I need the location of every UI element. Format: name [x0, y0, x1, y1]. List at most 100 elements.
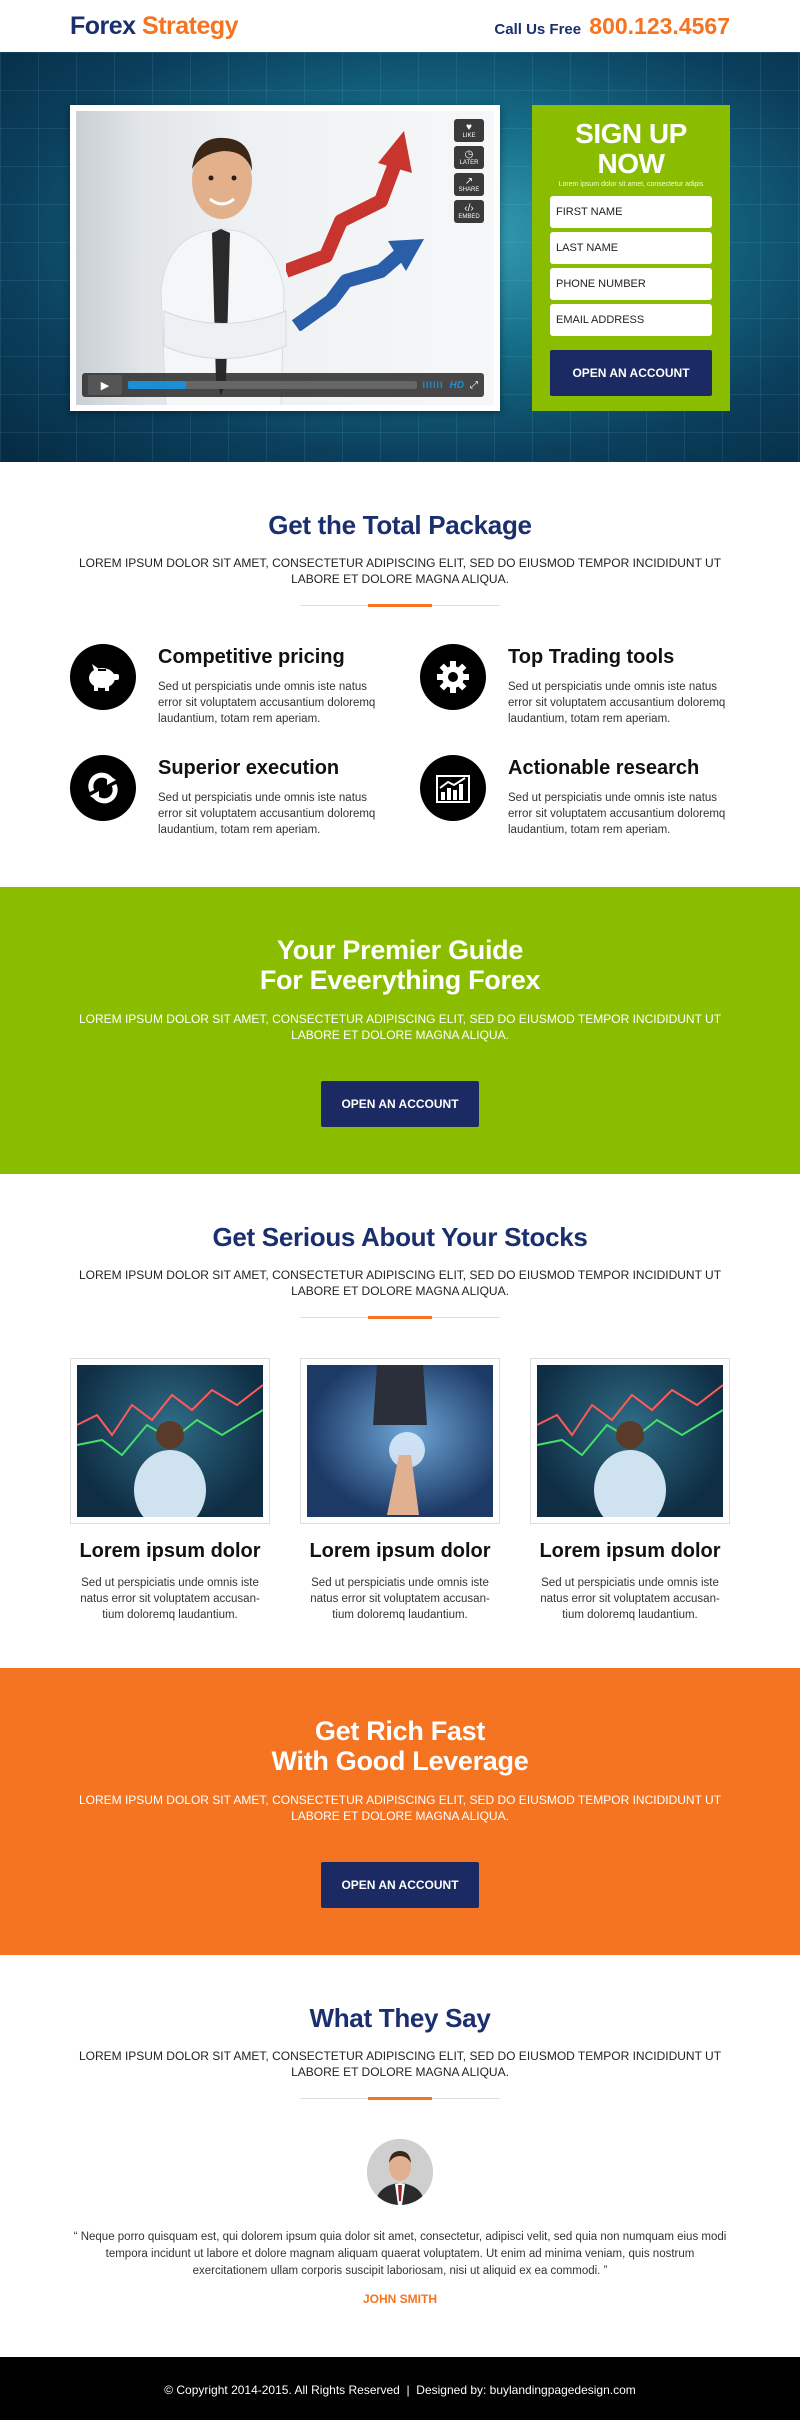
section-divider [300, 2097, 500, 2100]
share-icon: ↗ [464, 175, 474, 187]
embed-label: EMBED [458, 213, 480, 220]
phone-number-field[interactable] [550, 268, 712, 300]
feature-title: Actionable research [508, 757, 700, 779]
share-label: SHARE [458, 186, 480, 193]
stock-card-text: Sed ut perspiciatis unde omnis iste natu… [540, 1577, 720, 1621]
section-divider [300, 604, 500, 607]
feature-text: Sed ut perspiciatis unde omnis iste natu… [158, 792, 376, 836]
leverage-open-account-button[interactable]: OPEN AN ACCOUNT [321, 1862, 479, 1908]
stock-card: Lorem ipsum dolor Sed ut perspiciatis un… [300, 1358, 500, 1623]
last-name-field[interactable] [550, 232, 712, 264]
logo-text-forex: Forex [70, 11, 136, 40]
stock-card-image [70, 1358, 270, 1524]
testimonial-subtitle: LOREM IPSUM DOLOR SIT AMET, CONSECTETUR … [78, 2049, 722, 2079]
gear-icon [420, 644, 486, 710]
testimonial-section: What They Say LOREM IPSUM DOLOR SIT AMET… [0, 1955, 800, 2357]
volume-control[interactable]: IIIIII [423, 380, 444, 390]
testimonial-author: JOHN SMITH [362, 2292, 437, 2306]
feature-text: Sed ut perspiciatis unde omnis iste natu… [508, 681, 726, 725]
video-progress-bar[interactable] [128, 381, 417, 389]
stock-card-title: Lorem ipsum dolor [79, 1540, 261, 1562]
trader-chart-image [537, 1384, 723, 1517]
stock-card: Lorem ipsum dolor Sed ut perspiciatis un… [70, 1358, 270, 1623]
like-button[interactable]: ♥ LIKE [454, 119, 484, 142]
video-progress-fill [128, 381, 186, 389]
guide-subtitle: LOREM IPSUM DOLOR SIT AMET, CONSECTETUR … [78, 1012, 722, 1042]
stocks-title: Get Serious About Your Stocks [212, 1222, 588, 1252]
stock-card-image [300, 1358, 500, 1524]
refresh-icon [70, 755, 136, 821]
video-player[interactable]: ♥ LIKE ◷ LATER ↗ SHARE ‹/› EMBED ▶ IIIIII HD… [70, 105, 500, 411]
leverage-subtitle: LOREM IPSUM DOLOR SIT AMET, CONSECTETUR … [78, 1793, 722, 1823]
heart-icon: ♥ [466, 121, 472, 133]
hd-toggle[interactable]: HD [450, 380, 464, 391]
logo-text-strategy: Strategy [142, 11, 239, 40]
stocks-section: Get Serious About Your Stocks LOREM IPSU… [0, 1174, 800, 1668]
leverage-title-line2: With Good Leverage [271, 1746, 529, 1776]
guide-title-line1: Your Premier Guide [276, 935, 524, 965]
feature-title: Superior execution [158, 757, 340, 779]
watch-later-button[interactable]: ◷ LATER [454, 146, 484, 169]
play-icon: ▶ [100, 379, 110, 392]
package-subtitle: LOREM IPSUM DOLOR SIT AMET, CONSECTETUR … [78, 556, 722, 586]
features-grid: Competitive pricing Sed ut perspiciatis … [70, 644, 730, 838]
guide-title-line2: For Eveerything Forex [259, 965, 541, 995]
stocks-subtitle: LOREM IPSUM DOLOR SIT AMET, CONSECTETUR … [78, 1268, 722, 1298]
leverage-section: Get Rich Fast With Good Leverage LOREM IP… [0, 1668, 800, 1955]
piggy-bank-icon [70, 644, 136, 710]
phone-number[interactable]: 800.123.4567 [589, 13, 730, 39]
feature-item: Top Trading tools Sed ut perspiciatis un… [420, 644, 730, 727]
trader-chart-image [77, 1384, 263, 1517]
stock-card-title: Lorem ipsum dolor [539, 1540, 721, 1562]
guide-open-account-button[interactable]: OPEN AN ACCOUNT [321, 1081, 479, 1127]
chart-icon [420, 755, 486, 821]
embed-icon: ‹/› [464, 202, 474, 214]
fullscreen-icon[interactable]: ⤢ [470, 380, 478, 391]
video-screen[interactable]: ♥ LIKE ◷ LATER ↗ SHARE ‹/› EMBED ▶ IIIIII HD… [76, 111, 494, 405]
businessman-image [160, 137, 287, 405]
feature-item: Competitive pricing Sed ut perspiciatis … [70, 644, 380, 727]
stock-card-text: Sed ut perspiciatis unde omnis iste natu… [310, 1577, 490, 1621]
testimonial-title: What They Say [309, 2003, 491, 2033]
video-controls: ▶ IIIIII HD ⤢ [82, 373, 484, 397]
email-field[interactable] [550, 304, 712, 336]
leverage-title-line1: Get Rich Fast [314, 1716, 486, 1746]
later-label: LATER [459, 159, 479, 166]
embed-button[interactable]: ‹/› EMBED [454, 200, 484, 223]
video-side-buttons: ♥ LIKE ◷ LATER ↗ SHARE ‹/› EMBED [454, 119, 484, 223]
feature-title: Top Trading tools [508, 646, 675, 668]
feature-title: Competitive pricing [158, 646, 345, 668]
share-button[interactable]: ↗ SHARE [454, 173, 484, 196]
leverage-title: Get Rich Fast With Good Leverage [70, 1716, 730, 1776]
clock-icon: ◷ [464, 148, 474, 160]
avatar [367, 2139, 433, 2205]
stock-card-image [530, 1358, 730, 1524]
video-window-decor [76, 111, 146, 405]
guide-title: Your Premier Guide For Eveerything Forex [70, 935, 730, 995]
stock-card-title: Lorem ipsum dolor [309, 1540, 491, 1562]
footer-copyright: © Copyright 2014-2015. All Rights Reserv… [164, 2383, 636, 2397]
signup-subtitle: Lorem ipsum dolor sit amet, consectetur … [558, 181, 704, 188]
touchscreen-image [373, 1365, 427, 1515]
testimonial-quote: “ Neque porro quisquam est, qui dolorem … [73, 2231, 727, 2277]
call-us: Call Us Free 800.123.4567 [494, 13, 730, 40]
feature-item: Actionable research Sed ut perspiciatis … [420, 755, 730, 838]
feature-text: Sed ut perspiciatis unde omnis iste natu… [158, 681, 376, 725]
package-title: Get the Total Package [268, 510, 532, 540]
guide-section: Your Premier Guide For Eveerything Forex … [0, 887, 800, 1174]
signup-title: SIGN UP NOW [575, 118, 687, 179]
logo[interactable]: Forex Strategy [70, 11, 239, 41]
call-label: Call Us Free [494, 20, 582, 38]
section-divider [300, 1316, 500, 1319]
feature-item: Superior execution Sed ut perspiciatis u… [70, 755, 380, 838]
play-button[interactable]: ▶ [88, 375, 122, 395]
growth-arrows [286, 131, 424, 331]
signup-open-account-button[interactable]: OPEN AN ACCOUNT [550, 350, 712, 396]
stock-card: Lorem ipsum dolor Sed ut perspiciatis un… [530, 1358, 730, 1623]
first-name-field[interactable] [550, 196, 712, 228]
feature-text: Sed ut perspiciatis unde omnis iste natu… [508, 792, 726, 836]
site-header: Forex Strategy Call Us Free 800.123.4567 [0, 0, 800, 52]
like-label: LIKE [462, 132, 476, 139]
hero-section: ♥ LIKE ◷ LATER ↗ SHARE ‹/› EMBED ▶ IIIIII HD… [0, 52, 800, 462]
stock-card-text: Sed ut perspiciatis unde omnis iste natu… [80, 1577, 260, 1621]
